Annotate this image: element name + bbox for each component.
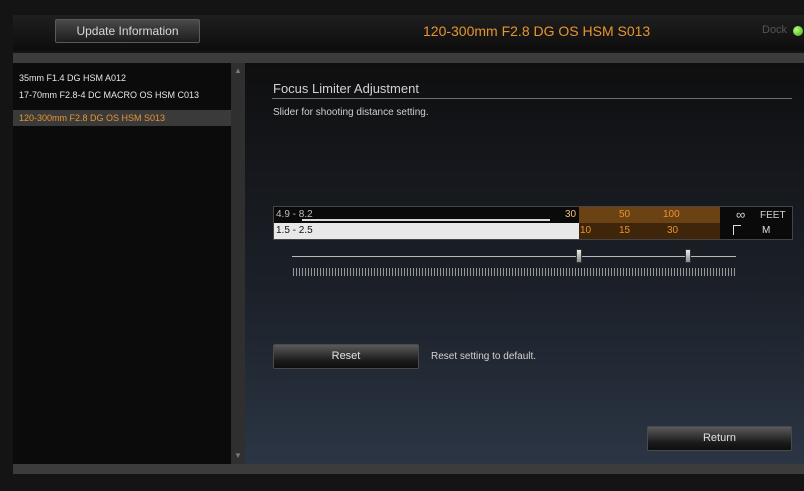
distance-scale: 4.9 - 8.2 1.5 - 2.5 30 50 100 10 15 30 ∞… bbox=[273, 206, 793, 240]
top-divider bbox=[13, 53, 804, 63]
meter-range-label: 1.5 - 2.5 bbox=[276, 225, 313, 236]
feet-unit-label: FEET bbox=[760, 210, 786, 221]
header-bar: Update Information 120-300mm F2.8 DG OS … bbox=[13, 15, 804, 51]
scale-limit-range-meter bbox=[579, 223, 720, 239]
feet-value: 50 bbox=[619, 209, 631, 220]
return-button[interactable]: Return bbox=[647, 426, 792, 451]
lens-list-item-selected[interactable]: 120-300mm F2.8 DG OS HSM S013 bbox=[13, 110, 231, 126]
dock-status-icon bbox=[793, 26, 803, 36]
lens-list-scrollbar[interactable]: ▲ ▼ bbox=[231, 63, 245, 464]
status-strip bbox=[13, 474, 804, 491]
dock-label: Dock bbox=[762, 24, 788, 36]
lens-title: 120-300mm F2.8 DG OS HSM S013 bbox=[423, 23, 651, 39]
arrow-up-icon[interactable]: ▲ bbox=[231, 65, 245, 77]
meter-value: 15 bbox=[619, 225, 631, 236]
limit-slider-max-handle[interactable] bbox=[685, 249, 691, 263]
section-divider bbox=[272, 98, 792, 99]
arrow-down-icon[interactable]: ▼ bbox=[231, 450, 245, 462]
feet-value: 30 bbox=[565, 209, 577, 220]
bottom-divider bbox=[13, 464, 804, 474]
limit-slider-min-handle[interactable] bbox=[576, 249, 582, 263]
app-window: Update Information 120-300mm F2.8 DG OS … bbox=[0, 0, 804, 491]
section-description: Slider for shooting distance setting. bbox=[273, 107, 429, 118]
feet-value: 100 bbox=[663, 209, 680, 220]
feet-range-label: 4.9 - 8.2 bbox=[276, 209, 313, 220]
reset-button[interactable]: Reset bbox=[273, 344, 419, 369]
reset-description: Reset setting to default. bbox=[431, 351, 537, 362]
scale-meter-band-end bbox=[720, 223, 792, 239]
lens-list-item[interactable]: 35mm F1.4 DG HSM A012 bbox=[13, 70, 231, 86]
scale-range-line bbox=[302, 219, 550, 221]
main-panel: Focus Limiter Adjustment Slider for shoo… bbox=[245, 63, 804, 464]
scale-corner-mark bbox=[733, 225, 741, 235]
scale-meter-band bbox=[274, 223, 579, 239]
limit-slider-track[interactable] bbox=[292, 256, 736, 257]
update-information-button[interactable]: Update Information bbox=[55, 19, 200, 43]
meter-value: 30 bbox=[667, 225, 679, 236]
lens-list: 35mm F1.4 DG HSM A012 17-70mm F2.8-4 DC … bbox=[13, 63, 231, 464]
slider-tick-marks bbox=[293, 268, 735, 276]
section-title: Focus Limiter Adjustment bbox=[273, 81, 419, 96]
lens-list-item[interactable]: 17-70mm F2.8-4 DC MACRO OS HSM C013 bbox=[13, 87, 231, 103]
meter-value: 10 bbox=[580, 225, 592, 236]
meter-unit-label: M bbox=[762, 225, 771, 236]
infinity-icon: ∞ bbox=[736, 207, 746, 222]
